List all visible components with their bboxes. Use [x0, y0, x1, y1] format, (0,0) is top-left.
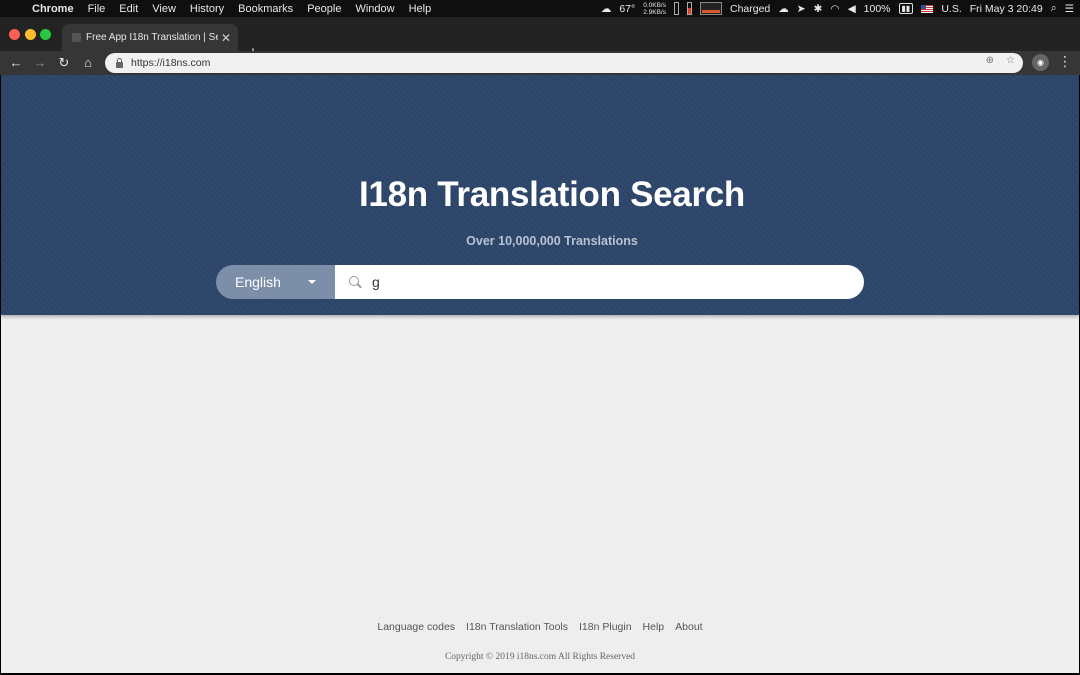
address-bar[interactable]: https://i18ns.com ⊕ ☆ [105, 53, 1023, 73]
footer-link-help[interactable]: Help [643, 621, 665, 633]
net-up: 0.0KB/s [643, 1, 666, 9]
menu-help[interactable]: Help [402, 3, 439, 15]
footer-link-translation-tools[interactable]: I18n Translation Tools [466, 621, 568, 633]
menu-window[interactable]: Window [348, 3, 401, 15]
menu-history[interactable]: History [183, 3, 231, 15]
menu-edit[interactable]: Edit [112, 3, 145, 15]
macos-menu-bar: Chrome File Edit View History Bookmarks … [0, 0, 1080, 17]
memory-indicator-icon[interactable] [673, 2, 679, 15]
battery-icon[interactable]: ▮▮ [898, 3, 914, 14]
wifi-icon[interactable]: ◠ [830, 3, 839, 15]
hero-banner: I18n Translation Search Over 10,000,000 … [1, 75, 1079, 315]
page-title: I18n Translation Search [358, 175, 746, 214]
activity-graph-icon[interactable] [699, 2, 722, 15]
zoom-window-button[interactable] [40, 29, 51, 40]
home-icon[interactable]: ⌂ [78, 53, 98, 73]
lock-icon[interactable] [116, 57, 123, 68]
temperature[interactable]: 67° [619, 3, 635, 15]
zoom-icon[interactable]: ⊕ [986, 55, 994, 66]
close-window-button[interactable] [9, 29, 20, 40]
language-select-value: English [235, 274, 281, 290]
browser-tab-strip: Free App I18n Translation | Se ✕ + [0, 17, 1080, 61]
tab-title: Free App I18n Translation | Se [86, 32, 218, 43]
reload-icon[interactable]: ↻ [54, 53, 74, 73]
network-speed[interactable]: 0.0KB/s 2.9KB/s [643, 2, 666, 16]
spotlight-search-icon[interactable]: ⌕ [1051, 2, 1057, 15]
minimize-window-button[interactable] [25, 29, 36, 40]
menu-view[interactable]: View [145, 3, 183, 15]
caret-down-icon [308, 280, 316, 284]
url-text[interactable]: https://i18ns.com [131, 57, 210, 69]
forward-arrow-icon[interactable]: → [30, 53, 50, 73]
menu-file[interactable]: File [81, 3, 113, 15]
notification-center-icon[interactable]: ☰ [1065, 3, 1074, 15]
browser-tab[interactable]: Free App I18n Translation | Se ✕ [62, 24, 238, 51]
bookmark-star-icon[interactable]: ☆ [1006, 55, 1015, 66]
cpu-indicator-icon[interactable] [686, 2, 692, 15]
back-arrow-icon[interactable]: ← [6, 53, 26, 73]
input-source[interactable]: U.S. [941, 3, 961, 15]
volume-icon[interactable]: ◀ [848, 3, 856, 15]
weather-icon[interactable]: ☁ [601, 3, 612, 15]
favicon-icon [72, 33, 81, 42]
clock[interactable]: Fri May 3 20:49 [970, 3, 1043, 15]
search-icon [349, 275, 362, 289]
bluetooth-icon[interactable]: ✱ [814, 3, 823, 15]
footer-link-language-codes[interactable]: Language codes [377, 621, 455, 633]
footer-links: Language codes I18n Translation Tools I1… [1, 621, 1079, 633]
search-box[interactable] [335, 265, 864, 299]
browser-toolbar: ← → ↻ ⌂ https://i18ns.com ⊕ ☆ ◉ ⋮ [0, 51, 1080, 75]
menu-chrome[interactable]: Chrome [28, 3, 81, 15]
copyright: Copyright © 2019 i18ns.com All Rights Re… [444, 652, 636, 662]
profile-avatar-icon[interactable]: ◉ [1032, 54, 1049, 71]
menu-people[interactable]: People [300, 3, 348, 15]
battery-percent[interactable]: 100% [864, 3, 891, 15]
charge-status[interactable]: Charged [730, 3, 770, 15]
net-down: 2.9KB/s [643, 8, 666, 16]
tab-close-icon[interactable]: ✕ [218, 31, 234, 45]
search-input[interactable] [372, 274, 832, 290]
footer-link-about[interactable]: About [675, 621, 702, 633]
send-icon[interactable]: ➤ [797, 3, 806, 15]
language-select[interactable]: English [216, 265, 335, 299]
cloud-icon[interactable]: ☁ [778, 3, 789, 15]
menu-bookmarks[interactable]: Bookmarks [231, 3, 300, 15]
search-bar: English [216, 265, 864, 299]
us-flag-icon[interactable] [921, 4, 934, 13]
web-page: I18n Translation Search Over 10,000,000 … [1, 75, 1079, 673]
chrome-menu-icon[interactable]: ⋮ [1058, 53, 1072, 70]
page-subtitle: Over 10,000,000 Translations [466, 234, 638, 248]
footer-link-plugin[interactable]: I18n Plugin [579, 621, 632, 633]
